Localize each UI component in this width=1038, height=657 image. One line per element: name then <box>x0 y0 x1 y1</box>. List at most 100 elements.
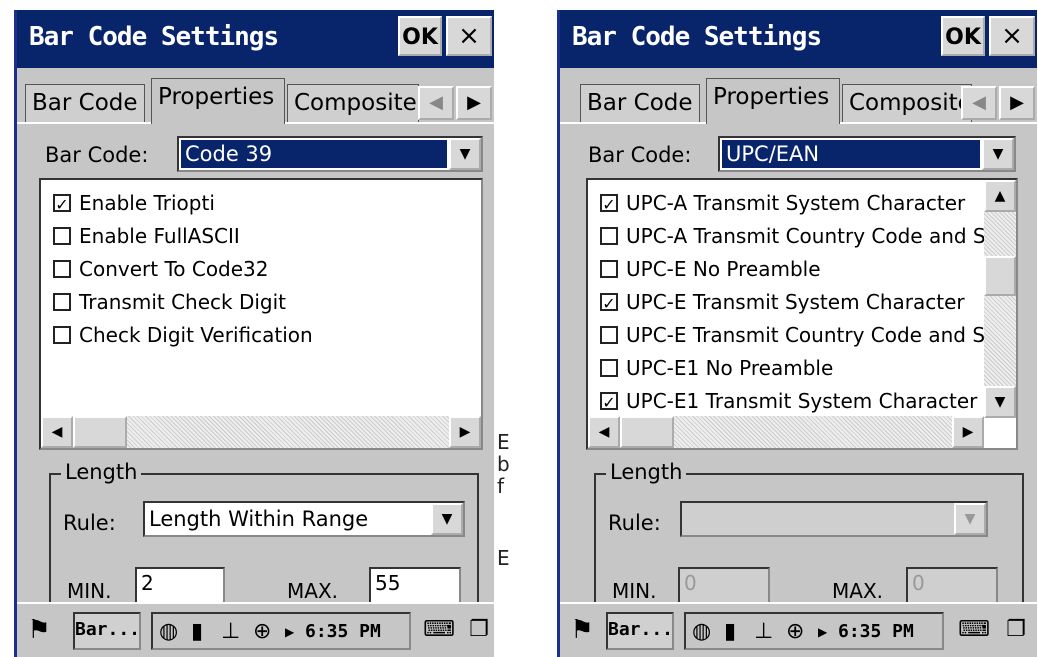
keyboard-icon[interactable]: ⌨ <box>421 612 457 650</box>
checkbox-icon[interactable] <box>600 358 618 377</box>
list-item[interactable]: ✓ Enable Triopti <box>53 188 215 218</box>
list-item[interactable]: Enable FullASCII <box>53 221 240 251</box>
checkbox-icon[interactable] <box>53 226 71 245</box>
ok-button[interactable]: OK <box>398 16 442 56</box>
barcode-label: Bar Code: <box>45 143 149 167</box>
scroll-left-icon[interactable]: ◀ <box>588 416 620 448</box>
window-switch-icon[interactable]: ❐ <box>463 612 494 650</box>
list-item[interactable]: Transmit Check Digit <box>53 287 286 317</box>
taskbar: ⚑ Bar... ◍ ▮ ⊥ ⊕ ▶ 6:35 PM ⌨ ❐ <box>560 602 1037 657</box>
rule-select-value: Length Within Range <box>149 507 369 531</box>
keyboard-icon[interactable]: ⌨ <box>956 612 992 650</box>
list-item[interactable]: ✓ UPC-E1 Transmit System Character <box>600 386 977 416</box>
list-item[interactable]: ✓ UPC-E Transmit System Character <box>600 287 965 317</box>
signal-bars-icon[interactable]: ▮ <box>191 618 203 646</box>
windows-flag-icon[interactable]: ⚑ <box>23 614 55 646</box>
list-item[interactable]: UPC-E No Preamble <box>600 254 821 284</box>
battery-icon[interactable]: ⊕ <box>786 618 804 646</box>
network-globe-icon[interactable]: ◍ <box>692 618 711 646</box>
scroll-right-icon[interactable]: ▶ <box>449 416 481 448</box>
options-list[interactable]: ✓ Enable Triopti Enable FullASCII Convert… <box>39 178 483 450</box>
checkbox-icon[interactable] <box>53 259 71 278</box>
scroll-up-icon[interactable]: ▲ <box>984 180 1016 212</box>
tab-scroll-left-icon[interactable]: ◀ <box>418 86 454 120</box>
signal-bars-icon[interactable]: ▮ <box>724 618 736 646</box>
rule-label: Rule: <box>608 511 661 535</box>
chevron-down-icon[interactable]: ▼ <box>449 138 481 170</box>
scroll-thumb[interactable] <box>620 416 674 448</box>
checkbox-icon[interactable] <box>600 259 618 278</box>
tab-properties[interactable]: Properties <box>151 78 285 124</box>
min-label: MIN. <box>67 579 112 603</box>
length-legend: Length <box>61 460 142 484</box>
option-label: UPC-E No Preamble <box>626 257 821 281</box>
checkbox-checked-icon[interactable]: ✓ <box>600 292 618 312</box>
background-fragment: E <box>497 546 510 570</box>
checkbox-checked-icon[interactable]: ✓ <box>600 391 618 411</box>
horizontal-scrollbar[interactable]: ◀ ▶ <box>41 416 481 448</box>
rule-select[interactable]: ▼ <box>680 501 988 537</box>
battery-icon[interactable]: ⊕ <box>253 618 271 646</box>
window-title: Bar Code Settings <box>29 22 279 52</box>
option-label: UPC-A Transmit System Character <box>626 191 966 215</box>
scroll-left-icon[interactable]: ◀ <box>41 416 73 448</box>
tab-scroll-left-icon[interactable]: ◀ <box>961 86 997 120</box>
length-legend: Length <box>606 460 687 484</box>
list-item[interactable]: ✓ UPC-A Transmit System Character <box>600 188 965 218</box>
checkbox-icon[interactable] <box>600 226 618 245</box>
option-label: Enable FullASCII <box>79 224 240 248</box>
tab-scroll-right-icon[interactable]: ▶ <box>999 86 1035 120</box>
close-button[interactable]: × <box>989 16 1035 56</box>
activesync-icon[interactable]: ⊥ <box>754 618 773 646</box>
clock[interactable]: 6:35 PM <box>305 618 381 646</box>
rule-select[interactable]: Length Within Range ▼ <box>143 501 465 537</box>
tab-strip: Bar Code Properties Composite ◀ ▶ <box>568 78 1037 124</box>
tab-composite[interactable]: Composite <box>287 84 419 122</box>
checkbox-checked-icon[interactable]: ✓ <box>53 193 71 213</box>
chevron-down-icon[interactable]: ▼ <box>982 138 1014 170</box>
window-switch-icon[interactable]: ❐ <box>1000 612 1032 650</box>
option-label: UPC-E Transmit System Character <box>626 290 965 314</box>
tab-composite[interactable]: Composite <box>842 84 972 122</box>
scroll-thumb[interactable] <box>984 256 1016 296</box>
tab-bar-code[interactable]: Bar Code <box>25 84 145 122</box>
checkbox-icon[interactable] <box>53 292 71 311</box>
tray-expand-icon[interactable]: ▶ <box>818 618 827 646</box>
clock[interactable]: 6:35 PM <box>838 618 914 646</box>
chevron-down-icon[interactable]: ▼ <box>431 503 463 535</box>
horizontal-scrollbar[interactable]: ◀ ▶ <box>588 416 984 448</box>
checkbox-checked-icon[interactable]: ✓ <box>600 193 618 213</box>
list-item[interactable]: UPC-A Transmit Country Code and S <box>600 221 986 251</box>
scroll-thumb[interactable] <box>73 416 127 448</box>
tab-bar-code[interactable]: Bar Code <box>580 84 700 122</box>
list-item[interactable]: Check Digit Verification <box>53 320 313 350</box>
vertical-scrollbar[interactable]: ▲ ▼ <box>984 180 1016 418</box>
close-button[interactable]: × <box>446 16 492 56</box>
network-globe-icon[interactable]: ◍ <box>159 618 178 646</box>
barcode-select[interactable]: UPC/EAN ▼ <box>718 136 1016 172</box>
options-list[interactable]: ✓ UPC-A Transmit System Character UPC-A T… <box>586 178 1018 450</box>
checkbox-icon[interactable] <box>53 325 71 344</box>
tray-expand-icon[interactable]: ▶ <box>285 618 294 646</box>
background-fragment: f <box>497 474 505 498</box>
scroll-right-icon[interactable]: ▶ <box>952 416 984 448</box>
taskbar-app-button[interactable]: Bar... <box>73 612 141 650</box>
activesync-icon[interactable]: ⊥ <box>221 618 240 646</box>
tab-properties[interactable]: Properties <box>706 78 840 124</box>
chevron-down-icon[interactable]: ▼ <box>954 503 986 535</box>
windows-flag-icon[interactable]: ⚑ <box>566 614 598 646</box>
scroll-down-icon[interactable]: ▼ <box>984 386 1016 418</box>
left-screen: Bar Code Settings OK × Bar Code Properti… <box>14 10 494 657</box>
rule-label: Rule: <box>63 511 116 535</box>
tab-scroll-right-icon[interactable]: ▶ <box>456 86 492 120</box>
max-label: MAX. <box>287 579 338 603</box>
list-item[interactable]: Convert To Code32 <box>53 254 269 284</box>
taskbar-app-button[interactable]: Bar... <box>606 612 674 650</box>
ok-button[interactable]: OK <box>941 16 985 56</box>
max-label: MAX. <box>832 579 883 603</box>
list-item[interactable]: UPC-E1 No Preamble <box>600 353 833 383</box>
barcode-select[interactable]: Code 39 ▼ <box>177 136 483 172</box>
tab-strip: Bar Code Properties Composite ◀ ▶ <box>25 78 494 124</box>
checkbox-icon[interactable] <box>600 325 618 344</box>
list-item[interactable]: UPC-E Transmit Country Code and S <box>600 320 985 350</box>
